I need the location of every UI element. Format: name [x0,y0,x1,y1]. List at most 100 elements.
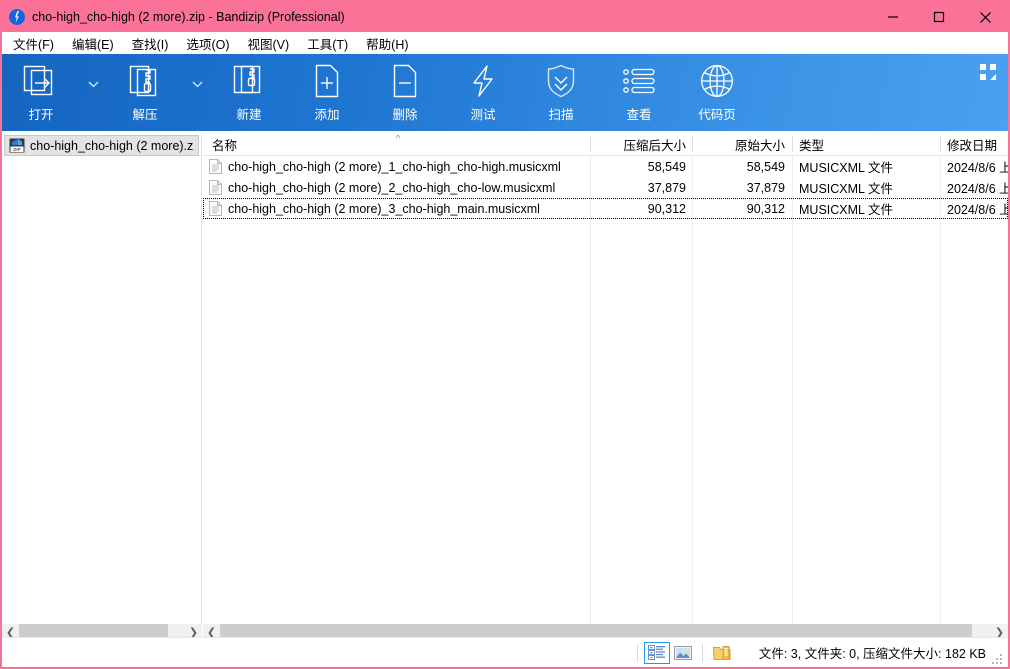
tree-root-label: cho-high_cho-high (2 more).z [30,139,193,153]
shield-scan-icon [541,62,581,100]
toolbar-open-button[interactable]: 打开 [2,54,80,131]
delete-file-icon [385,62,425,100]
bandizip-bolt-icon [9,9,25,25]
header-separator[interactable] [692,136,693,152]
tree-root-item[interactable]: ZIP cho-high_cho-high (2 more).z [4,135,199,156]
maximize-button[interactable] [916,2,962,32]
file-name: cho-high_cho-high (2 more)_2_cho-high_ch… [228,181,555,195]
minimize-button[interactable] [870,2,916,32]
cell-modified: 2024/8/6 上 [947,156,1008,177]
title-bar[interactable]: cho-high_cho-high (2 more).zip - Bandizi… [2,2,1008,32]
file-name: cho-high_cho-high (2 more)_3_cho-high_ma… [228,202,540,216]
table-row[interactable]: cho-high_cho-high (2 more)_2_cho-high_ch… [203,177,1008,198]
lightning-test-icon [463,62,503,100]
column-modified-date[interactable]: 修改日期 [947,133,997,155]
toolbar-test-button[interactable]: 测试 [444,54,522,131]
cell-name: cho-high_cho-high (2 more)_3_cho-high_ma… [209,198,589,219]
cell-type: MUSICXML 文件 [799,198,937,219]
zip-archive-icon: ZIP [9,138,25,153]
menu-view[interactable]: 视图(V) [239,32,299,55]
menu-find[interactable]: 查找(I) [123,32,178,55]
resize-grip-icon[interactable] [992,652,1004,664]
cell-modified: 2024/8/6 上 [947,198,1008,219]
archive-tree-panel: ZIP cho-high_cho-high (2 more).z [2,133,202,637]
menu-options[interactable]: 选项(O) [177,32,238,55]
toolbar-extract-button[interactable]: 解压 [106,54,184,131]
folder-tree-button[interactable] [709,642,735,664]
header-separator[interactable] [792,136,793,152]
cell-original-size: 37,879 [700,177,785,198]
svg-text:ZIP: ZIP [13,147,20,153]
open-archive-icon [21,62,61,100]
toolbar-codepage-button[interactable]: 代码页 [678,54,756,131]
cell-type: MUSICXML 文件 [799,156,937,177]
toolbar-delete-button[interactable]: 删除 [366,54,444,131]
menu-help[interactable]: 帮助(H) [357,32,417,55]
menu-bar: 文件(F) 编辑(E) 查找(I) 选项(O) 视图(V) 工具(T) 帮助(H… [2,32,1008,54]
column-name[interactable]: 名称 [212,133,237,155]
preview-image-icon [674,646,692,660]
toolbar-new-button[interactable]: 新建 [210,54,288,131]
cell-name: cho-high_cho-high (2 more)_2_cho-high_ch… [209,177,589,198]
table-row[interactable]: cho-high_cho-high (2 more)_1_cho-high_ch… [203,156,1008,177]
close-button[interactable] [962,2,1008,32]
details-view-button[interactable] [644,642,670,664]
status-divider [637,644,638,662]
toolbar-test-label: 测试 [470,104,495,123]
column-packed-size[interactable]: 压缩后大小 [602,133,686,155]
toolbar-codepage-label: 代码页 [698,104,736,123]
header-separator[interactable] [590,136,591,152]
xml-document-icon [209,159,222,174]
menu-file[interactable]: 文件(F) [4,32,63,55]
window-title: cho-high_cho-high (2 more).zip - Bandizi… [32,10,870,24]
grid-separator [792,156,793,637]
customize-toolbar-button[interactable] [968,54,1008,94]
cell-type: MUSICXML 文件 [799,177,937,198]
file-list-header: ^ 名称 压缩后大小 原始大小 类型 修改日期 [203,133,1008,156]
cell-modified: 2024/8/6 上 [947,177,1008,198]
preview-pane-button[interactable] [670,642,696,664]
cell-packed-size: 58,549 [602,156,686,177]
open-dropdown-button[interactable] [80,54,106,131]
file-list-body: cho-high_cho-high (2 more)_1_cho-high_ch… [203,156,1008,219]
grid-separator [692,156,693,637]
column-original-size[interactable]: 原始大小 [700,133,785,155]
xml-document-icon [209,201,222,216]
cell-original-size: 58,549 [700,156,785,177]
details-list-icon [648,645,665,660]
window-controls [870,2,1008,32]
toolbar-delete-label: 删除 [392,104,417,123]
toolbar-open-label: 打开 [28,104,53,123]
file-list-panel: ^ 名称 压缩后大小 原始大小 类型 修改日期 [203,133,1008,637]
status-divider [702,644,703,662]
customize-toolbar-icon [979,63,997,81]
add-file-icon [307,62,347,100]
main-toolbar: 打开 解压 [2,54,1008,131]
extract-zip-icon [125,62,165,100]
toolbar-scan-button[interactable]: 扫描 [522,54,600,131]
extract-dropdown-button[interactable] [184,54,210,131]
toolbar-add-button[interactable]: 添加 [288,54,366,131]
yellow-folder-icon [713,645,731,661]
toolbar-new-label: 新建 [236,104,261,123]
toolbar-extract-label: 解压 [132,104,157,123]
globe-codepage-icon [697,62,737,100]
menu-edit[interactable]: 编辑(E) [63,32,123,55]
header-separator[interactable] [940,136,941,152]
status-bar: 文件: 3, 文件夹: 0, 压缩文件大小: 182 KB [2,637,1008,667]
grid-separator [590,156,591,637]
toolbar-view-button[interactable]: 查看 [600,54,678,131]
list-view-icon [619,62,659,100]
table-row[interactable]: cho-high_cho-high (2 more)_3_cho-high_ma… [203,198,1008,219]
cell-packed-size: 37,879 [602,177,686,198]
bandizip-window: cho-high_cho-high (2 more).zip - Bandizi… [0,0,1010,669]
menu-tools[interactable]: 工具(T) [298,32,357,55]
status-summary-text: 文件: 3, 文件夹: 0, 压缩文件大小: 182 KB [759,643,986,662]
toolbar-add-label: 添加 [314,104,339,123]
new-archive-icon [229,62,269,100]
cell-original-size: 90,312 [700,198,785,219]
column-type[interactable]: 类型 [799,133,824,155]
sort-ascending-indicator: ^ [396,134,400,143]
toolbar-scan-label: 扫描 [548,104,573,123]
cell-name: cho-high_cho-high (2 more)_1_cho-high_ch… [209,156,589,177]
